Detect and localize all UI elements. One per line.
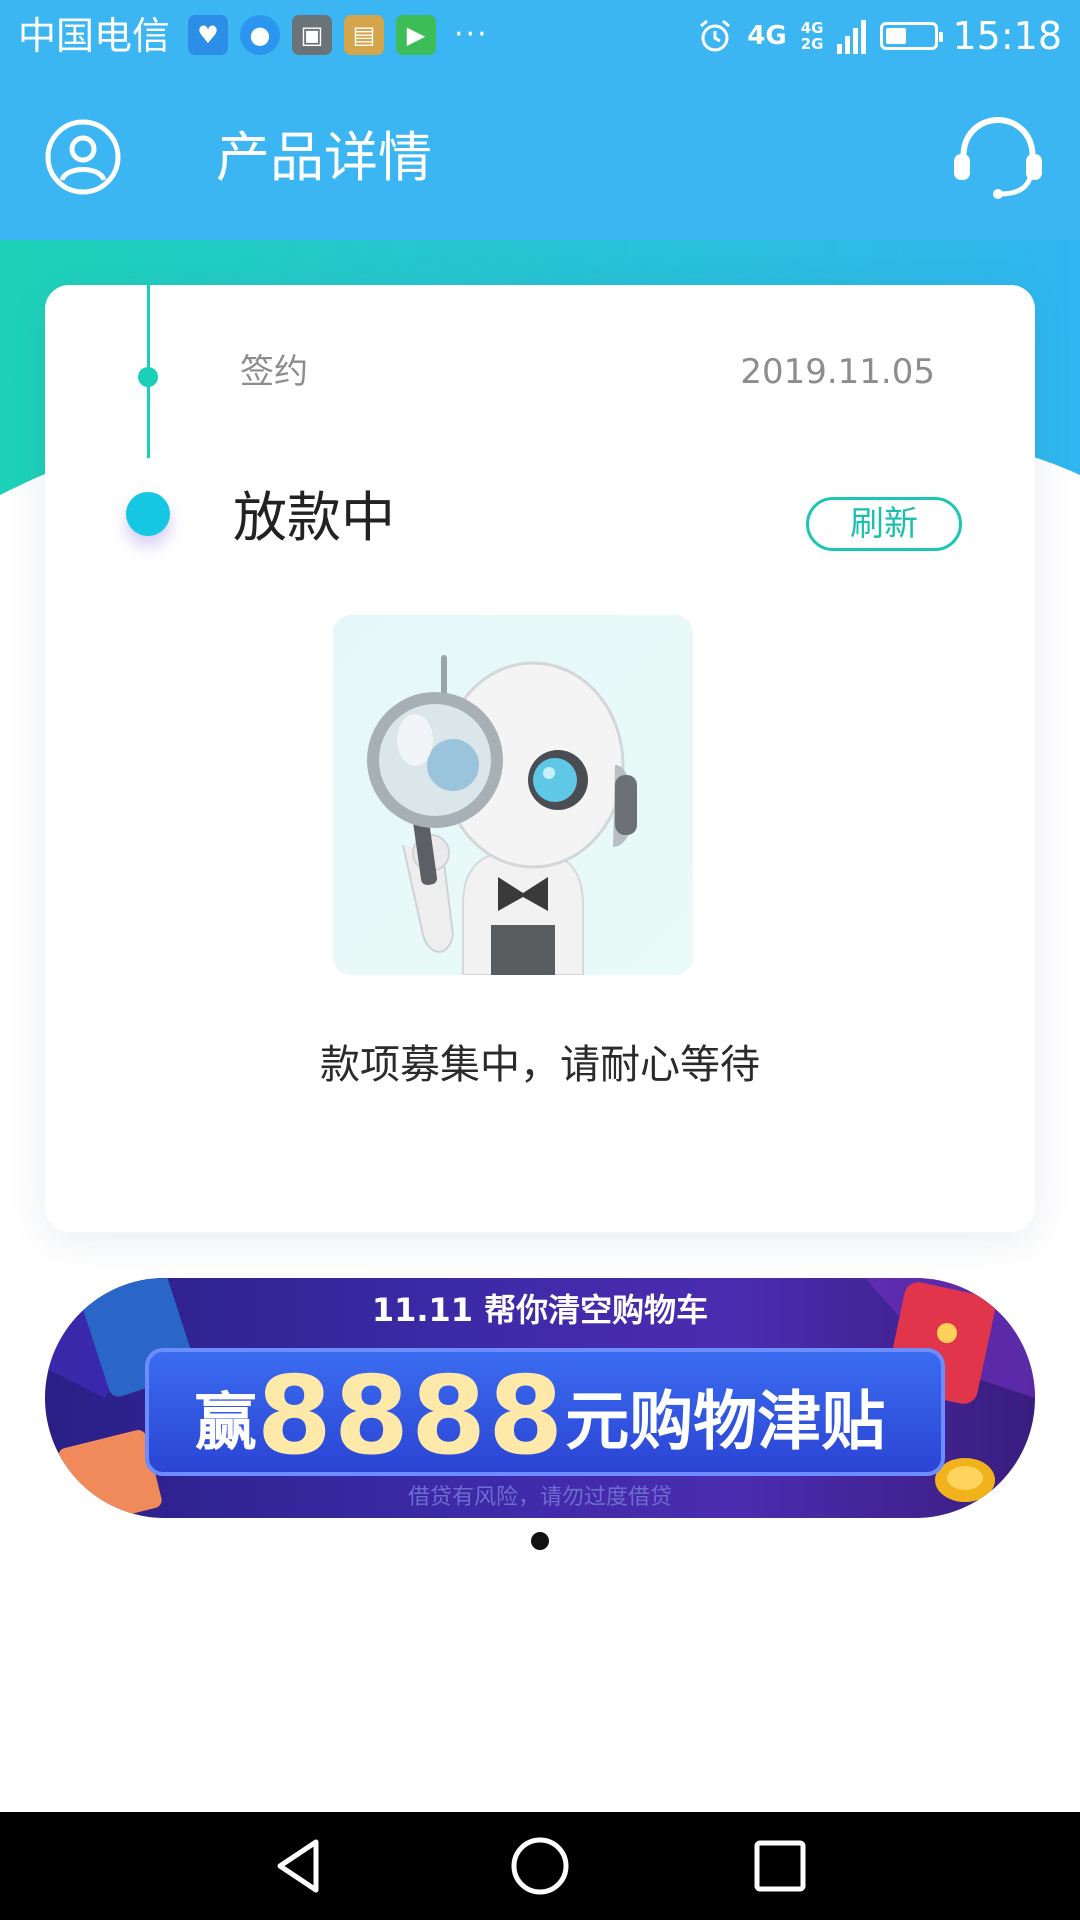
message-app-icon: ●: [240, 15, 280, 55]
step-sign-date: 2019.11.05: [740, 352, 935, 392]
alarm-icon: [700, 19, 731, 52]
notification-icons: ♥ ● ▣ ▤ ▶ ···: [188, 15, 489, 55]
page-title: 产品详情: [216, 126, 432, 189]
timeline-dot-completed: [138, 367, 158, 387]
app-header: 中国电信 ♥ ● ▣ ▤ ▶ ··· 4G 4G 2G 15:18 产品详情: [0, 0, 1080, 240]
home-icon[interactable]: [508, 1834, 572, 1898]
customer-service-icon[interactable]: [950, 114, 1046, 200]
banner-headline: 11.11 帮你清空购物车: [371, 1291, 709, 1329]
banner-win-text: 赢: [194, 1385, 257, 1459]
step-sign-label: 签约: [240, 352, 308, 392]
system-navigation-bar: [0, 1812, 1080, 1920]
robot-illustration: [333, 615, 693, 975]
video-app-icon: ▶: [396, 15, 436, 55]
status-time: 15:18: [952, 14, 1062, 58]
battery-icon: [880, 22, 944, 50]
waiting-message: 款项募集中，请耐心等待: [320, 1042, 760, 1088]
robot-magnifier-image: [367, 655, 637, 975]
banner-risk-note: 借贷有风险，请勿过度借贷: [407, 1485, 672, 1510]
network-type: 4G: [747, 21, 787, 51]
back-icon[interactable]: [268, 1834, 332, 1898]
status-bar: 中国电信 ♥ ● ▣ ▤ ▶ ··· 4G 4G 2G 15:18: [0, 0, 1080, 72]
user-avatar-icon[interactable]: [44, 118, 122, 196]
banner-amount: 8888: [256, 1354, 566, 1479]
recent-apps-icon[interactable]: [748, 1834, 812, 1898]
status-right: 4G 4G 2G 15:18: [697, 10, 1062, 62]
timeline-dot-current: [126, 492, 170, 536]
signal-strength-icon: [837, 18, 867, 54]
secondary-network-top: 4G: [800, 19, 824, 37]
refresh-button[interactable]: 刷新: [806, 497, 962, 551]
health-app-icon: ♥: [188, 15, 228, 55]
secondary-network: 4G 2G: [801, 20, 824, 52]
promo-banner[interactable]: 11.11 帮你清空购物车 赢8888元购物津贴 借贷有风险，请勿过度借贷: [45, 1278, 1035, 1518]
more-notifications-indicator: ···: [454, 17, 489, 52]
carousel-indicator[interactable]: [531, 1532, 549, 1550]
wallet-app-icon: ▤: [344, 15, 384, 55]
banner-offer: 赢8888元购物津贴: [45, 1354, 1035, 1479]
secondary-network-bottom: 2G: [800, 35, 824, 53]
step-disbursing-label: 放款中: [233, 486, 395, 549]
banner-offer-text: 元购物津贴: [565, 1385, 886, 1460]
photo-app-icon: ▣: [292, 15, 332, 55]
loan-progress-card: 签约 2019.11.05 放款中 刷新 款项募集中，请耐心等待: [45, 285, 1035, 1232]
carrier-name: 中国电信: [18, 14, 171, 58]
